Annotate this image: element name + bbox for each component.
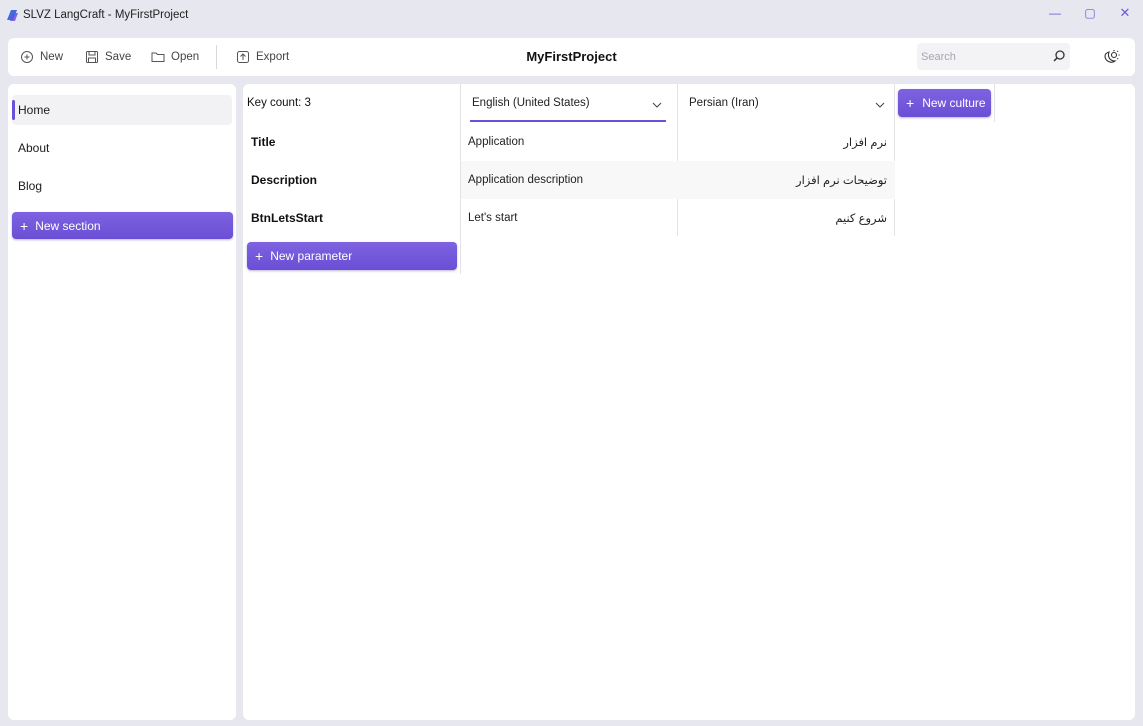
culture-select-value: Persian (Iran)	[689, 97, 759, 109]
key-cell[interactable]: BtnLetsStart	[251, 211, 323, 225]
key-count: Key count: 3	[247, 97, 311, 109]
chevron-down-icon	[652, 102, 662, 108]
open-button[interactable]: Open	[151, 49, 199, 65]
plus-icon: +	[906, 95, 915, 111]
export-label: Export	[256, 51, 290, 63]
new-label: New	[40, 51, 64, 63]
sidebar-item-label: Blog	[18, 179, 43, 193]
column-divider	[677, 84, 678, 236]
sidebar-item-about[interactable]: About	[12, 133, 232, 163]
maximize-button[interactable]: ▢	[1078, 4, 1102, 22]
app-logo-icon	[7, 10, 18, 21]
new-culture-label: New culture	[922, 96, 986, 110]
key-cell[interactable]: Title	[251, 135, 275, 149]
sidebar-item-blog[interactable]: Blog	[12, 171, 232, 201]
folder-icon	[151, 52, 165, 62]
sidebar-item-home[interactable]: Home	[12, 95, 232, 125]
sidebar-item-label: About	[18, 141, 50, 155]
culture-select-value: English (United States)	[472, 97, 590, 109]
new-section-label: New section	[35, 218, 101, 233]
english-value-cell[interactable]: Application	[468, 136, 524, 148]
save-icon	[86, 51, 98, 63]
sidebar-item-label: Home	[18, 103, 51, 117]
search-icon[interactable]	[1052, 49, 1066, 63]
search-box[interactable]	[917, 43, 1070, 70]
save-button[interactable]: Save	[85, 49, 131, 65]
plus-icon: +	[255, 248, 264, 264]
column-divider	[894, 84, 895, 236]
search-input[interactable]	[921, 48, 1041, 65]
toolbar-divider	[216, 45, 217, 69]
title-bar: SLVZ LangCraft - MyFirstProject — ▢ ✕	[0, 0, 1143, 32]
persian-value-cell[interactable]: نرم افزار	[843, 135, 887, 149]
chevron-down-icon	[875, 102, 885, 108]
english-value-cell[interactable]: Application description	[468, 174, 583, 186]
new-culture-button[interactable]: + New culture	[898, 89, 991, 117]
persian-value-cell[interactable]: توضیحات نرم افزار	[796, 173, 887, 187]
theme-icon[interactable]	[1102, 47, 1122, 67]
culture-select-english[interactable]: English (United States)	[470, 88, 666, 122]
add-file-icon	[21, 51, 33, 63]
export-button[interactable]: Export	[236, 49, 289, 65]
new-parameter-button[interactable]: + New parameter	[247, 242, 457, 270]
export-icon	[237, 51, 249, 63]
minimize-button[interactable]: —	[1043, 4, 1067, 22]
culture-select-persian[interactable]: Persian (Iran)	[687, 88, 889, 122]
new-button[interactable]: New	[20, 49, 63, 65]
new-section-button[interactable]: + New section	[12, 212, 233, 239]
open-label: Open	[171, 51, 200, 63]
window-title: SLVZ LangCraft - MyFirstProject	[23, 9, 189, 21]
english-value-cell[interactable]: Let's start	[468, 212, 518, 224]
persian-value-cell[interactable]: شروع کنیم	[835, 211, 887, 225]
plus-icon: +	[20, 217, 29, 234]
key-cell[interactable]: Description	[251, 173, 317, 187]
editor-panel: Key count: 3 English (United States) Per…	[243, 84, 1135, 720]
new-parameter-label: New parameter	[270, 249, 353, 263]
sidebar: Home About Blog + New section	[8, 84, 236, 720]
toolbar: New Save Open Export MyFirstProject	[8, 38, 1135, 76]
save-label: Save	[105, 51, 132, 63]
column-divider	[994, 84, 995, 122]
close-button[interactable]: ✕	[1113, 4, 1137, 22]
